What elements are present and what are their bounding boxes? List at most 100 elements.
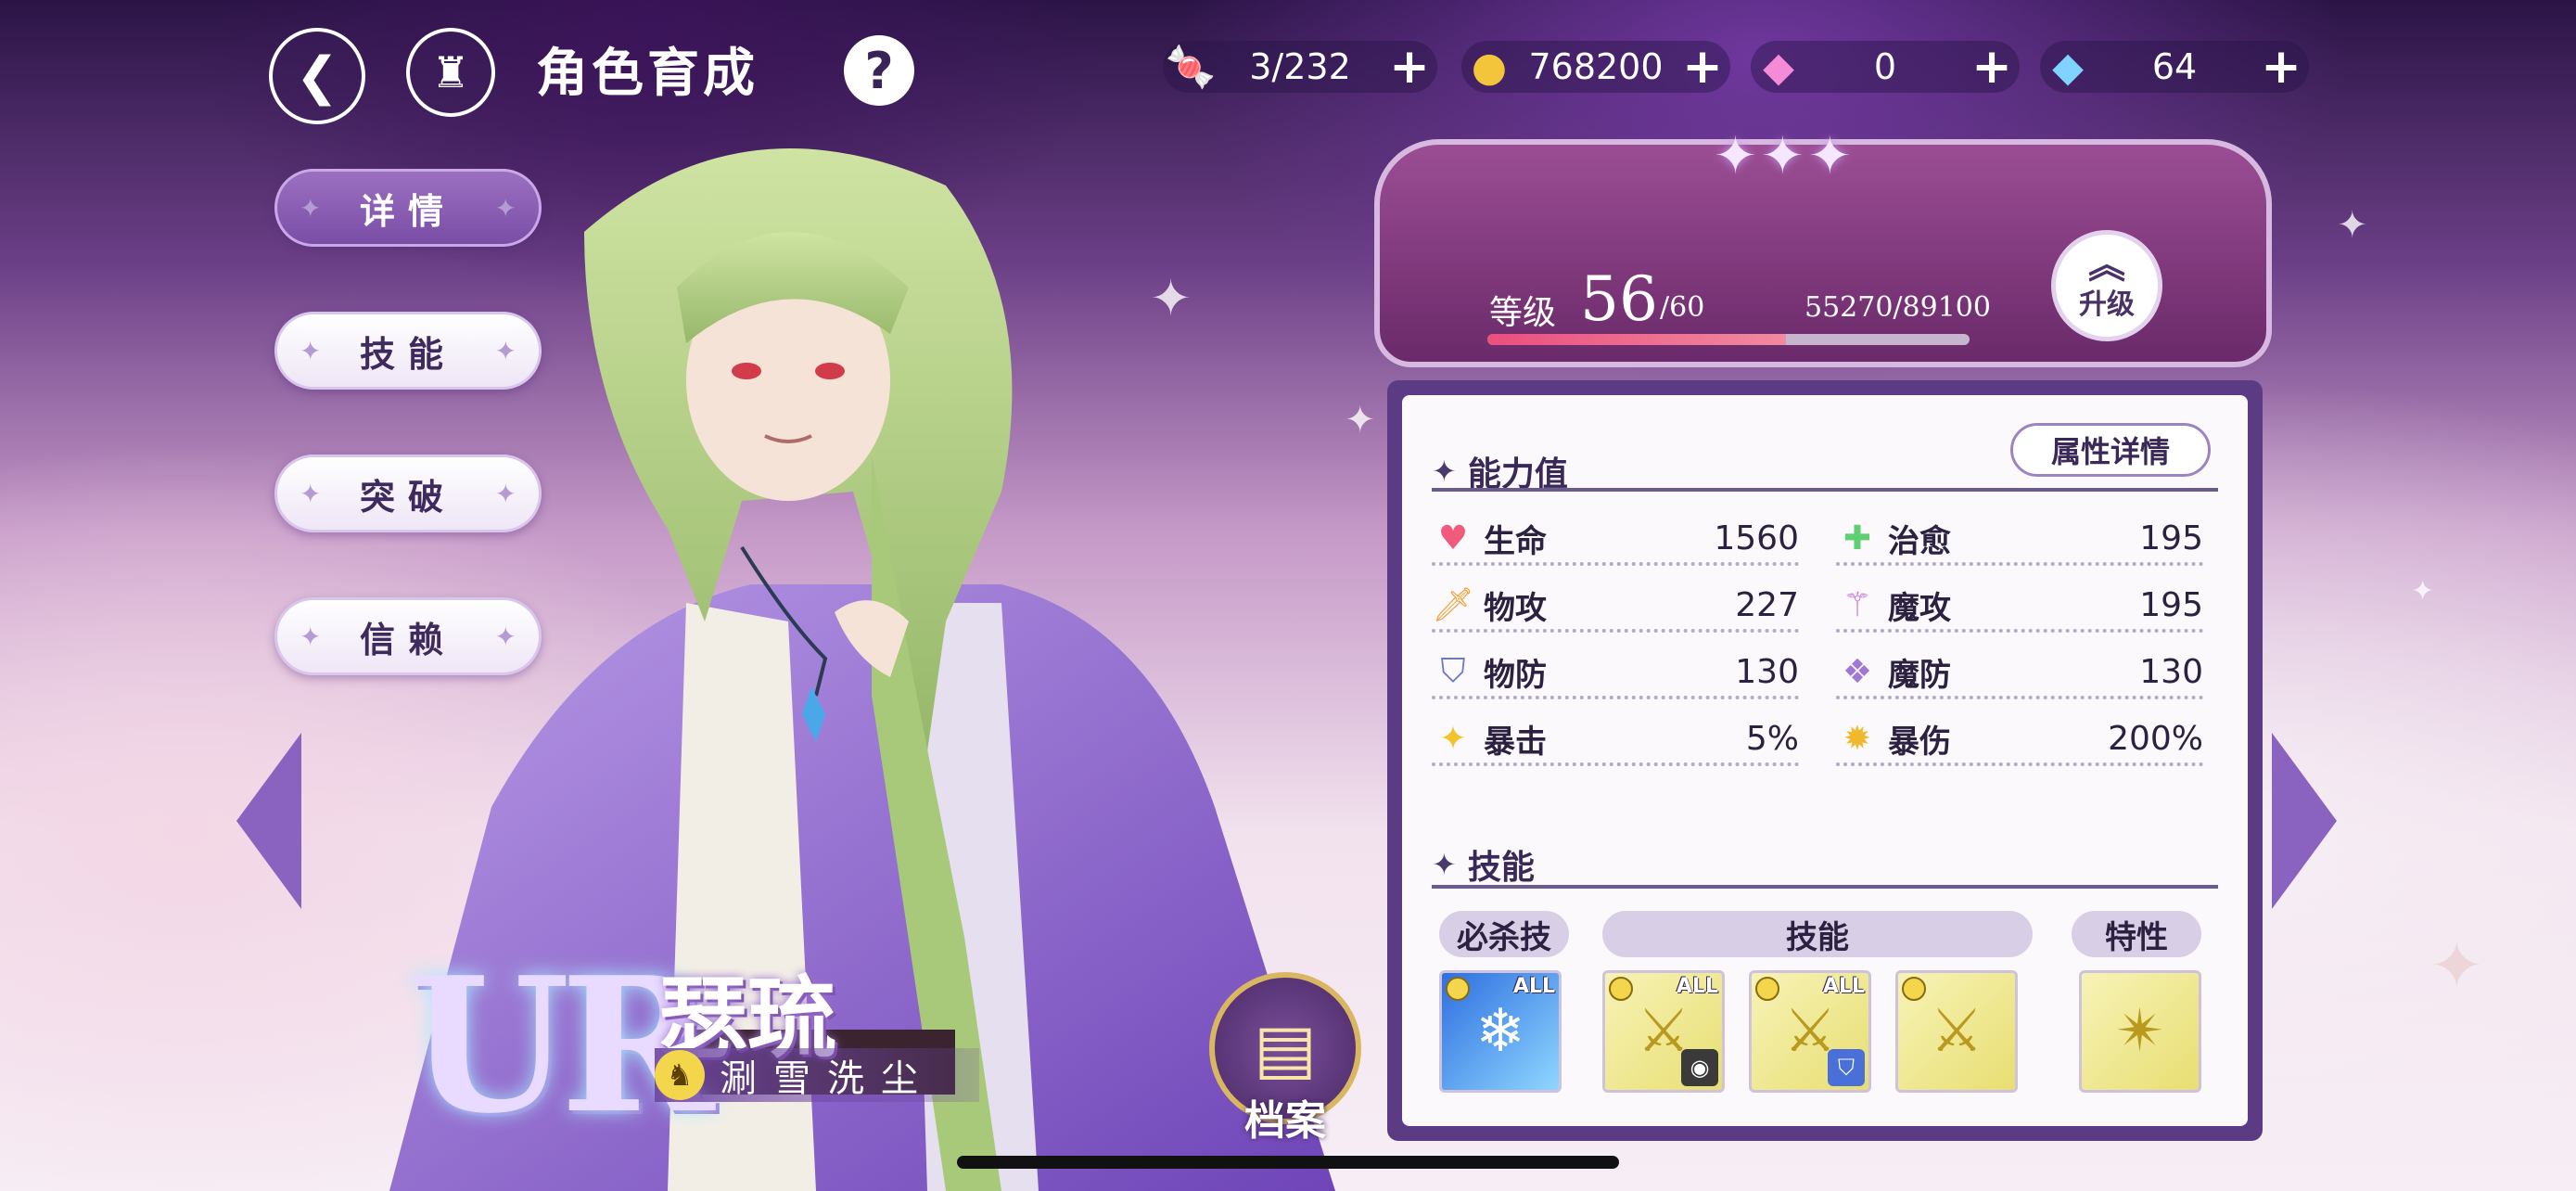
level-panel: ✦✦✦ 等级 56 /60 55270/89100 ︽ 升级 — [1374, 126, 2272, 367]
add-pink-diamond-button[interactable]: + — [1964, 39, 2020, 95]
shield-icon: ⛉ — [1828, 1049, 1865, 1086]
skill-slot-2[interactable]: ALL ⚔ ⛉ — [1749, 970, 1871, 1093]
stat-name: 魔攻 — [1888, 589, 1951, 627]
tab-trust[interactable]: ✦ 信赖 ✦ — [274, 597, 542, 675]
sparkle-icon: ✦ — [1432, 454, 1457, 489]
skill-slot-1[interactable]: ALL ⚔ ◉ — [1602, 970, 1725, 1093]
currency-gold: ● 768200 + — [1461, 39, 1730, 95]
home-indicator[interactable] — [957, 1156, 1619, 1169]
element-icon: ♞ — [655, 1050, 705, 1100]
currency-value: 64 — [2151, 46, 2198, 87]
trait-slot[interactable]: ✴ — [2079, 970, 2201, 1093]
divider — [1432, 885, 2218, 889]
back-arrow-icon: ❮ — [295, 45, 339, 107]
stat-heal: ✚ 治愈 195 — [1836, 514, 2203, 566]
stat-value: 195 — [2139, 519, 2203, 557]
stat-name: 暴伤 — [1888, 723, 1951, 761]
sparkle-icon: ✦ — [1432, 847, 1457, 882]
stat-value: 200% — [2108, 719, 2203, 758]
compass-star-icon: ✴ — [2115, 997, 2165, 1066]
sparkle-icon: ✦ — [300, 621, 322, 652]
currency-value: 3/232 — [1249, 46, 1351, 87]
sparkle-icon: ✦ — [2411, 575, 2435, 608]
physical-defense-icon: ⛉ — [1440, 652, 1466, 690]
pink-diamond-icon: ◆ — [1763, 43, 1794, 91]
stat-name: 魔防 — [1888, 656, 1951, 694]
currency-value: 768200 — [1528, 46, 1664, 87]
exp-bar-fill — [1487, 334, 1787, 345]
stat-magic-defense: ❖ 魔防 130 — [1836, 647, 2203, 699]
level-current: 56 — [1580, 263, 1658, 335]
add-stamina-button[interactable]: + — [1382, 39, 1437, 95]
stat-name: 生命 — [1484, 522, 1547, 560]
back-button[interactable]: ❮ — [269, 28, 365, 124]
stats-card: ✦ 能力值 属性详情 ♥ 生命 1560 ✚ 治愈 195 🗡 物攻 227 ⚚… — [1387, 380, 2263, 1141]
stat-value: 130 — [1735, 652, 1799, 691]
gold-coin-icon: ● — [1471, 43, 1508, 91]
next-character-arrow[interactable] — [2272, 733, 2337, 909]
sparkle-icon: ✦ — [494, 621, 516, 652]
sparkle-icon: ✦ — [300, 335, 322, 366]
currency-pink-diamond: ◆ 0 + — [1751, 39, 2020, 95]
divider — [1432, 488, 2218, 492]
magic-attack-icon: ⚚ — [1842, 585, 1873, 624]
chevron-up-icon: ︽ — [2088, 244, 2125, 287]
stat-name: 治愈 — [1888, 522, 1951, 560]
sword-icon: ⚔ — [1930, 997, 1983, 1066]
tab-skills-label: 技能 — [359, 333, 456, 375]
stat-value: 5% — [1745, 719, 1799, 758]
stat-hp: ♥ 生命 1560 — [1432, 514, 1799, 566]
character-title: 涮雪洗尘 — [720, 1057, 935, 1100]
skill-target-label: ALL — [1512, 975, 1555, 998]
sparkle-icon: ✦ — [2337, 204, 2368, 247]
stat-value: 195 — [2139, 585, 2203, 624]
tab-breakthrough-label: 突破 — [359, 476, 456, 518]
ultimate-skill-tag: 必杀技 — [1439, 911, 1569, 957]
skill-target-label: ALL — [1822, 975, 1865, 998]
heal-icon: ✚ — [1843, 519, 1872, 557]
stat-value: 130 — [2139, 652, 2203, 691]
sparkle-icon: ✦ — [494, 192, 516, 224]
star-rank-icon: ✦✦✦ — [1714, 126, 1855, 186]
add-gold-button[interactable]: + — [1675, 39, 1730, 95]
physical-attack-icon: 🗡 — [1432, 586, 1474, 624]
sparkle-icon: ✦ — [2429, 928, 2484, 1004]
character-title-plate: ♞ 涮雪洗尘 — [655, 1048, 979, 1102]
ice-crystal-icon: ❄ — [1475, 997, 1525, 1066]
stat-name: 暴击 — [1484, 723, 1547, 761]
skills-title: 技能 — [1467, 849, 1535, 887]
previous-character-arrow[interactable] — [236, 733, 301, 909]
tab-skills[interactable]: ✦ 技能 ✦ — [274, 312, 542, 390]
skills-tag: 技能 — [1602, 911, 2033, 957]
sparkle-icon: ✦ — [494, 335, 516, 366]
stat-name: 物防 — [1484, 656, 1547, 694]
tab-breakthrough[interactable]: ✦ 突破 ✦ — [274, 455, 542, 532]
stat-crit: ✦ 暴击 5% — [1432, 714, 1799, 766]
add-blue-diamond-button[interactable]: + — [2253, 39, 2309, 95]
currency-value: 0 — [1873, 46, 1897, 87]
level-label: 等级 — [1489, 294, 1557, 332]
crit-icon: ✦ — [1438, 719, 1468, 758]
stat-value: 227 — [1735, 585, 1799, 624]
skills-header: ✦ 技能 — [1432, 840, 1535, 889]
skill-target-label: ALL — [1676, 975, 1718, 998]
sparkle-icon: ✦ — [300, 192, 322, 224]
blue-diamond-icon: ◆ — [2052, 43, 2084, 91]
skill-slot-3[interactable]: ⚔ — [1895, 970, 2018, 1093]
coin-icon — [1902, 977, 1926, 1001]
stat-magic-attack: ⚚ 魔攻 195 — [1836, 581, 2203, 633]
tab-details[interactable]: ✦ 详情 ✦ — [274, 169, 542, 247]
stat-crit-damage: ✹ 暴伤 200% — [1836, 714, 2203, 766]
stat-name: 物攻 — [1484, 589, 1547, 627]
eye-icon: ◉ — [1681, 1049, 1718, 1086]
help-button[interactable]: ? — [844, 35, 914, 106]
ultimate-skill-slot[interactable]: ALL ❄ — [1439, 970, 1562, 1093]
archive-label[interactable]: 档案 — [1205, 1087, 1365, 1146]
tab-trust-label: 信赖 — [359, 619, 456, 660]
attribute-details-button[interactable]: 属性详情 — [2010, 423, 2211, 477]
coin-icon — [1609, 977, 1633, 1001]
page-title: 角色育成 — [536, 43, 759, 104]
coin-icon — [1755, 977, 1779, 1001]
stat-physical-defense: ⛉ 物防 130 — [1432, 647, 1799, 699]
level-up-button[interactable]: ︽ 升级 — [2051, 230, 2162, 341]
